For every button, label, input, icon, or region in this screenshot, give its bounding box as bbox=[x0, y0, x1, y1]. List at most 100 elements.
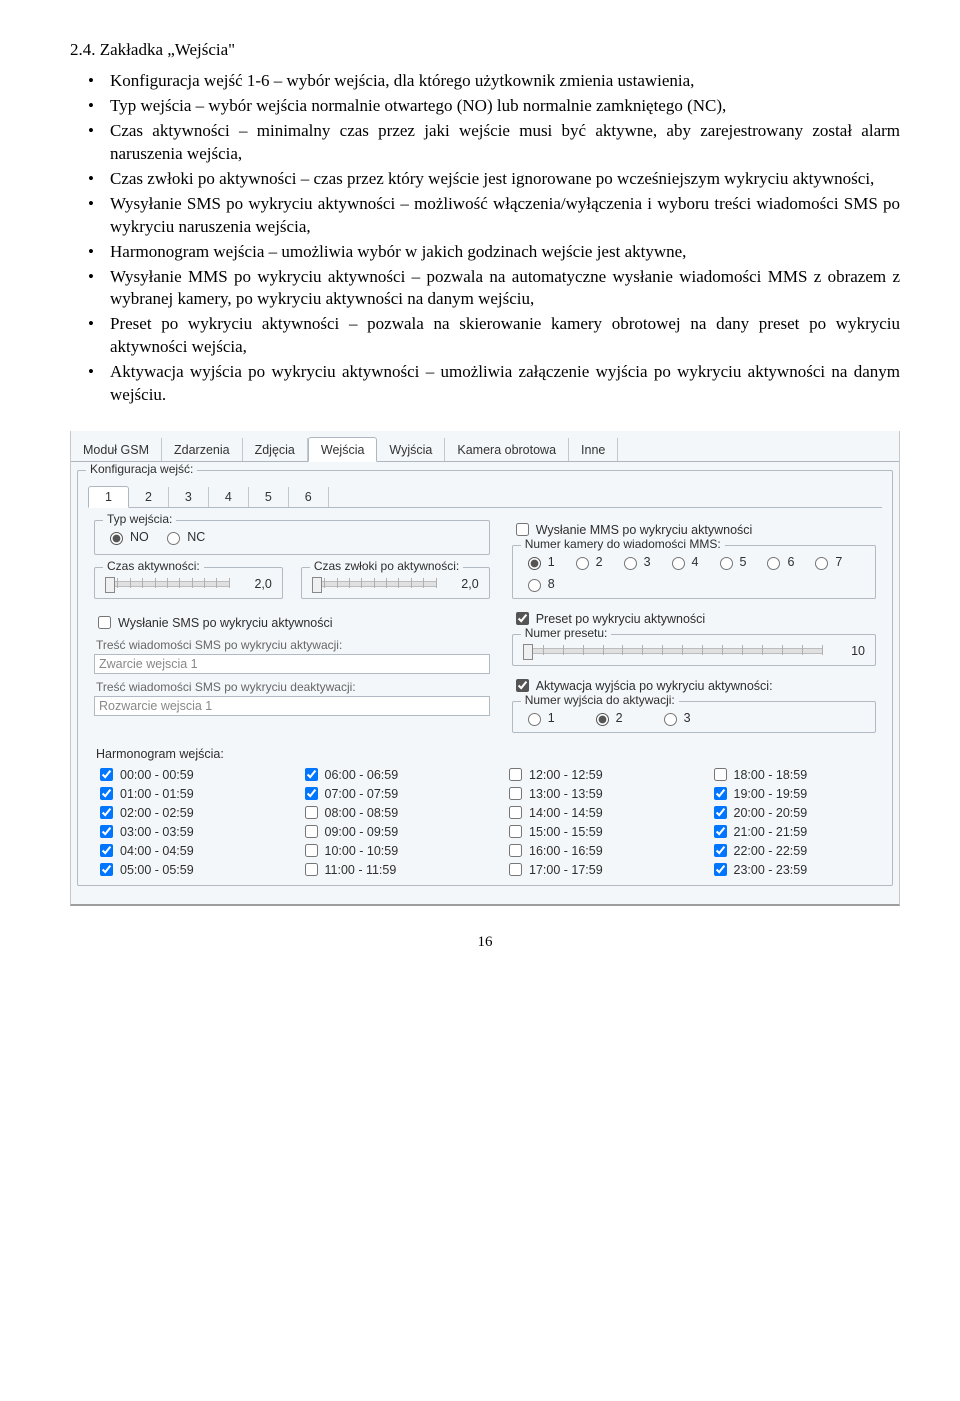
schedule-11001159[interactable]: 11:00 - 11:59 bbox=[301, 860, 466, 879]
output-checkbox-label: Aktywacja wyjścia po wykryciu aktywności… bbox=[536, 679, 773, 693]
tab-wyjścia[interactable]: Wyjścia bbox=[377, 438, 445, 461]
output-group: Numer wyjścia do aktywacji: 123 bbox=[512, 701, 876, 733]
mms-kamera-8[interactable]: 8 bbox=[523, 576, 555, 592]
konfiguracja-wejsc-group: Konfiguracja wejść: 123456 Typ wejścia: … bbox=[77, 470, 893, 886]
schedule-13001359[interactable]: 13:00 - 13:59 bbox=[505, 784, 670, 803]
sms-deactivation-label: Treść wiadomości SMS po wykryciu deaktyw… bbox=[96, 680, 496, 694]
sms-checkbox-label: Wysłanie SMS po wykryciu aktywności bbox=[118, 616, 333, 630]
input-tab-5[interactable]: 5 bbox=[249, 487, 289, 507]
schedule-03000359[interactable]: 03:00 - 03:59 bbox=[96, 822, 261, 841]
tab-wejścia[interactable]: Wejścia bbox=[308, 437, 378, 462]
bullet-item: Harmonogram wejścia – umożliwia wybór w … bbox=[110, 241, 900, 264]
sms-activation-input[interactable] bbox=[94, 654, 490, 674]
radio-nc[interactable]: NC bbox=[162, 529, 205, 545]
schedule-label: Harmonogram wejścia: bbox=[96, 747, 874, 761]
input-tab-3[interactable]: 3 bbox=[169, 487, 209, 507]
tab-moduł-gsm[interactable]: Moduł GSM bbox=[71, 438, 162, 461]
output-3[interactable]: 3 bbox=[659, 710, 691, 726]
mms-kamera-legend: Numer kamery do wiadomości MMS: bbox=[521, 537, 725, 551]
schedule-05000559[interactable]: 05:00 - 05:59 bbox=[96, 860, 261, 879]
schedule-22002259[interactable]: 22:00 - 22:59 bbox=[710, 841, 875, 860]
czas-akt-legend: Czas aktywności: bbox=[103, 559, 204, 573]
preset-value: 10 bbox=[831, 644, 865, 658]
czas-aktywnosci-group: Czas aktywności: 2,0 bbox=[94, 567, 283, 599]
schedule-17001759[interactable]: 17:00 - 17:59 bbox=[505, 860, 670, 879]
schedule-21002159[interactable]: 21:00 - 21:59 bbox=[710, 822, 875, 841]
bullet-item: Czas zwłoki po aktywności – czas przez k… bbox=[110, 168, 900, 191]
input-tab-2[interactable]: 2 bbox=[129, 487, 169, 507]
input-tab-1[interactable]: 1 bbox=[88, 486, 129, 508]
schedule-07000759[interactable]: 07:00 - 07:59 bbox=[301, 784, 466, 803]
konfiguracja-legend: Konfiguracja wejść: bbox=[86, 462, 197, 476]
tab-kamera-obrotowa[interactable]: Kamera obrotowa bbox=[445, 438, 569, 461]
page-number: 16 bbox=[70, 934, 900, 951]
czas-zwl-legend: Czas zwłoki po aktywności: bbox=[310, 559, 463, 573]
preset-checkbox-label: Preset po wykryciu aktywności bbox=[536, 612, 706, 626]
mms-kamera-4[interactable]: 4 bbox=[667, 554, 699, 570]
output-1[interactable]: 1 bbox=[523, 710, 555, 726]
czas-zwloki-group: Czas zwłoki po aktywności: 2,0 bbox=[301, 567, 490, 599]
output-legend: Numer wyjścia do aktywacji: bbox=[521, 693, 679, 707]
output-2[interactable]: 2 bbox=[591, 710, 623, 726]
schedule-12001259[interactable]: 12:00 - 12:59 bbox=[505, 765, 670, 784]
bullet-item: Konfiguracja wejść 1-6 – wybór wejścia, … bbox=[110, 70, 900, 93]
main-tab-strip: Moduł GSMZdarzeniaZdjęciaWejściaWyjściaK… bbox=[71, 431, 899, 462]
mms-kamera-7[interactable]: 7 bbox=[810, 554, 842, 570]
schedule-10001059[interactable]: 10:00 - 10:59 bbox=[301, 841, 466, 860]
tab-zdarzenia[interactable]: Zdarzenia bbox=[162, 438, 243, 461]
bullet-item: Wysyłanie MMS po wykryciu aktywności – p… bbox=[110, 266, 900, 312]
bullet-item: Wysyłanie SMS po wykryciu aktywności – m… bbox=[110, 193, 900, 239]
preset-group: Numer presetu: 10 bbox=[512, 634, 876, 666]
czas-akt-value: 2,0 bbox=[238, 577, 272, 591]
mms-kamera-6[interactable]: 6 bbox=[762, 554, 794, 570]
mms-kamera-1[interactable]: 1 bbox=[523, 554, 555, 570]
sms-checkbox[interactable]: Wysłanie SMS po wykryciu aktywności bbox=[94, 613, 333, 632]
preset-legend: Numer presetu: bbox=[521, 626, 612, 640]
schedule-08000859[interactable]: 08:00 - 08:59 bbox=[301, 803, 466, 822]
mms-checkbox-label: Wysłanie MMS po wykryciu aktywności bbox=[536, 523, 753, 537]
radio-no-label: NO bbox=[130, 530, 149, 544]
sms-activation-label: Treść wiadomości SMS po wykryciu aktywac… bbox=[96, 638, 496, 652]
schedule-14001459[interactable]: 14:00 - 14:59 bbox=[505, 803, 670, 822]
schedule-grid: 00:00 - 00:5906:00 - 06:5912:00 - 12:591… bbox=[96, 765, 874, 879]
czas-zwl-value: 2,0 bbox=[445, 577, 479, 591]
preset-slider[interactable] bbox=[523, 643, 823, 659]
output-options: 1 2 3 bbox=[523, 710, 865, 726]
mms-kamera-options: 1234567 8 bbox=[523, 554, 865, 592]
tab-zdjęcia[interactable]: Zdjęcia bbox=[243, 438, 308, 461]
bullet-item: Preset po wykryciu aktywności – pozwala … bbox=[110, 313, 900, 359]
sms-deactivation-input[interactable] bbox=[94, 696, 490, 716]
section-heading: 2.4. Zakładka „Wejścia" bbox=[70, 40, 900, 60]
schedule-02000259[interactable]: 02:00 - 02:59 bbox=[96, 803, 261, 822]
schedule-04000459[interactable]: 04:00 - 04:59 bbox=[96, 841, 261, 860]
tab-inne[interactable]: Inne bbox=[569, 438, 618, 461]
schedule-18001859[interactable]: 18:00 - 18:59 bbox=[710, 765, 875, 784]
typ-legend: Typ wejścia: bbox=[103, 512, 176, 526]
schedule-20002059[interactable]: 20:00 - 20:59 bbox=[710, 803, 875, 822]
czas-zwl-slider[interactable] bbox=[312, 576, 437, 592]
input-tab-4[interactable]: 4 bbox=[209, 487, 249, 507]
config-panel: Moduł GSMZdarzeniaZdjęciaWejściaWyjściaK… bbox=[70, 431, 900, 906]
mms-kamera-3[interactable]: 3 bbox=[619, 554, 651, 570]
schedule-01000159[interactable]: 01:00 - 01:59 bbox=[96, 784, 261, 803]
bullet-item: Czas aktywności – minimalny czas przez j… bbox=[110, 120, 900, 166]
schedule-15001559[interactable]: 15:00 - 15:59 bbox=[505, 822, 670, 841]
mms-kamera-2[interactable]: 2 bbox=[571, 554, 603, 570]
mms-kamera-5[interactable]: 5 bbox=[715, 554, 747, 570]
bullet-item: Typ wejścia – wybór wejścia normalnie ot… bbox=[110, 95, 900, 118]
schedule-09000959[interactable]: 09:00 - 09:59 bbox=[301, 822, 466, 841]
mms-kamera-group: Numer kamery do wiadomości MMS: 12345678 bbox=[512, 545, 876, 599]
input-tab-6[interactable]: 6 bbox=[289, 487, 329, 507]
schedule-19001959[interactable]: 19:00 - 19:59 bbox=[710, 784, 875, 803]
typ-wejscia-group: Typ wejścia: NO NC bbox=[94, 520, 490, 555]
bullet-list: Konfiguracja wejść 1-6 – wybór wejścia, … bbox=[70, 70, 900, 407]
schedule-06000659[interactable]: 06:00 - 06:59 bbox=[301, 765, 466, 784]
input-number-tabs: 123456 bbox=[88, 481, 882, 508]
schedule-00000059[interactable]: 00:00 - 00:59 bbox=[96, 765, 261, 784]
radio-nc-label: NC bbox=[187, 530, 205, 544]
radio-no[interactable]: NO bbox=[105, 529, 149, 545]
schedule-16001659[interactable]: 16:00 - 16:59 bbox=[505, 841, 670, 860]
schedule-23002359[interactable]: 23:00 - 23:59 bbox=[710, 860, 875, 879]
czas-akt-slider[interactable] bbox=[105, 576, 230, 592]
bullet-item: Aktywacja wyjścia po wykryciu aktywności… bbox=[110, 361, 900, 407]
